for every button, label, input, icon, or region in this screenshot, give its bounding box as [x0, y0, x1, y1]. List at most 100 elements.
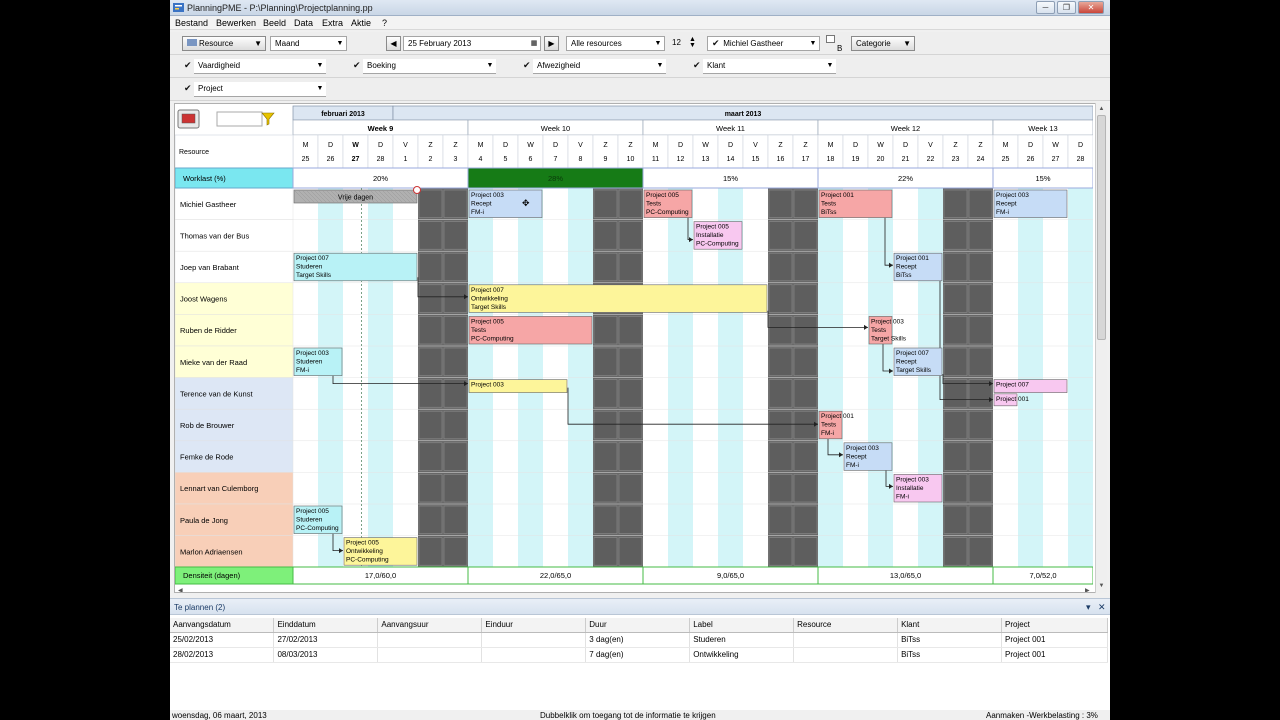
column-header[interactable]: Klant: [897, 618, 1002, 633]
resource-name[interactable]: Marlon Adriaensen: [180, 547, 243, 556]
menu-data[interactable]: Data: [294, 18, 313, 28]
maximize-button[interactable]: ❐: [1057, 1, 1076, 14]
menu-beeld[interactable]: Beeld: [263, 18, 286, 28]
date-picker[interactable]: 25 February 2013 ▦: [403, 36, 541, 51]
column-header[interactable]: Aanvangsuur: [377, 618, 483, 633]
task-label: Project 007: [296, 255, 329, 262]
collapse-icon[interactable]: ▾: [1086, 602, 1091, 613]
day-header: [792, 134, 819, 169]
check-icon[interactable]: ✔: [353, 61, 362, 70]
day-header: [492, 134, 519, 169]
weekend-cell: [968, 189, 993, 218]
check-icon[interactable]: ✔: [523, 61, 532, 70]
weekend-cell: [943, 252, 968, 282]
prev-date-button[interactable]: ◀: [386, 36, 401, 51]
weekend-cell: [768, 189, 793, 218]
weekend-cell: [593, 189, 618, 218]
column-header[interactable]: Resource: [793, 618, 899, 633]
check-icon[interactable]: ✔: [184, 84, 193, 93]
day-header: [942, 134, 969, 169]
day-letter: D: [503, 142, 508, 149]
column-header[interactable]: Einddatum: [273, 618, 379, 633]
spinner-arrows-icon[interactable]: ▲ ▼: [689, 36, 696, 49]
close-panel-icon[interactable]: ✕: [1098, 602, 1106, 613]
scroll-right-icon[interactable]: ▶: [1085, 588, 1090, 593]
column-header[interactable]: Project: [1001, 618, 1109, 633]
task-label: Project 003: [871, 318, 904, 325]
day-header: [567, 134, 594, 169]
workload-value: 15%: [723, 174, 738, 183]
count-spinner[interactable]: 12: [668, 36, 690, 51]
view-select[interactable]: Maand ▼: [270, 36, 347, 51]
vertical-scrollbar[interactable]: ▲ ▼: [1095, 103, 1107, 593]
resource-name[interactable]: Femke de Rode: [180, 453, 233, 462]
resource-name[interactable]: Ruben de Ridder: [180, 326, 237, 335]
scroll-up-icon[interactable]: ▲: [1097, 104, 1106, 114]
menu-bewerken[interactable]: Bewerken: [216, 18, 256, 28]
resource-name[interactable]: Mieke van der Raad: [180, 358, 247, 367]
task-bar[interactable]: [468, 284, 768, 313]
category-button[interactable]: Categorie ▼: [851, 36, 915, 51]
table-row[interactable]: 25/02/2013 27/02/2013 3 dag(en) Studeren BiT…: [170, 632, 1109, 648]
task-label: Project 003: [896, 476, 929, 483]
menu-help[interactable]: ?: [382, 18, 387, 28]
close-window-button[interactable]: ✕: [1078, 1, 1104, 14]
check-icon[interactable]: ✔: [184, 61, 193, 70]
resource-name[interactable]: Joep van Brabant: [180, 263, 240, 272]
project-select[interactable]: Project ▼: [194, 82, 326, 97]
scroll-thumb[interactable]: [1097, 115, 1106, 340]
resource-name[interactable]: Thomas van der Bus: [180, 231, 249, 240]
checkbox-b[interactable]: [826, 35, 835, 43]
resource-button[interactable]: Resource ▼: [182, 36, 266, 51]
menu-bestand[interactable]: Bestand: [175, 18, 208, 28]
resource-name[interactable]: Paula de Jong: [180, 516, 228, 525]
day-header: [1042, 134, 1069, 169]
resource-name[interactable]: Joost Wagens: [180, 295, 227, 304]
menu-aktie[interactable]: Aktie: [351, 18, 371, 28]
boeking-select[interactable]: Boeking ▼: [363, 59, 496, 74]
table-body: 25/02/2013 27/02/2013 3 dag(en) Studeren BiT…: [170, 632, 1109, 663]
density-value: 7,0/52,0: [1029, 571, 1056, 580]
task-label: Project 007: [471, 287, 504, 294]
resources-filter-select[interactable]: Alle resources ▼: [566, 36, 665, 51]
weekend-cell: [943, 537, 968, 566]
klant-select[interactable]: Klant ▼: [703, 59, 836, 74]
vaardigheid-select[interactable]: Vaardigheid ▼: [194, 59, 326, 74]
weekend-cell: [418, 284, 443, 313]
scroll-left-icon[interactable]: ◀: [178, 588, 183, 593]
chevron-down-icon: ▼: [824, 59, 836, 72]
column-header[interactable]: Aanvangsdatum: [170, 618, 275, 633]
day-header: [442, 134, 469, 169]
table-row[interactable]: 28/02/2013 08/03/2013 7 dag(en) Ontwikkelin…: [170, 647, 1109, 663]
status-hint: Dubbelklik om toegang tot de informatie …: [540, 711, 716, 720]
day-number: 12: [677, 156, 685, 163]
resource-name[interactable]: Rob de Brouwer: [180, 421, 235, 430]
minimize-button[interactable]: ─: [1036, 1, 1055, 14]
next-date-button[interactable]: ▶: [544, 36, 559, 51]
scroll-down-icon[interactable]: ▼: [1097, 581, 1106, 591]
day-header: [292, 134, 319, 169]
search-input[interactable]: [216, 111, 263, 127]
column-header[interactable]: Duur: [585, 618, 691, 633]
day-letter: V: [928, 142, 933, 149]
weekend-cell: [618, 474, 643, 503]
weekend-cell: [943, 316, 968, 345]
task-label: PC-Computing: [296, 525, 339, 532]
column-header[interactable]: Einduur: [481, 618, 587, 633]
column-header[interactable]: Label: [689, 618, 795, 633]
check-icon[interactable]: ✔: [693, 61, 702, 70]
resource-name[interactable]: Terence van de Kunst: [180, 389, 253, 398]
weekend-cell: [618, 189, 643, 218]
afwezigheid-select[interactable]: Afwezigheid ▼: [533, 59, 666, 74]
weekend-cell: [768, 284, 793, 313]
warning-icon[interactable]: [413, 186, 421, 194]
task-label: Tests: [871, 327, 887, 334]
task-label: Target Skills: [871, 335, 907, 342]
menu-extra[interactable]: Extra: [322, 18, 343, 28]
resource-name[interactable]: Michiel Gastheer: [180, 200, 237, 209]
day-letter: D: [1028, 142, 1033, 149]
person-select[interactable]: ✔ Michiel Gastheer ▼: [707, 36, 820, 51]
resource-name[interactable]: Lennart van Culemborg: [180, 484, 258, 493]
day-header: [642, 134, 669, 169]
day-number: 27: [1052, 156, 1060, 163]
